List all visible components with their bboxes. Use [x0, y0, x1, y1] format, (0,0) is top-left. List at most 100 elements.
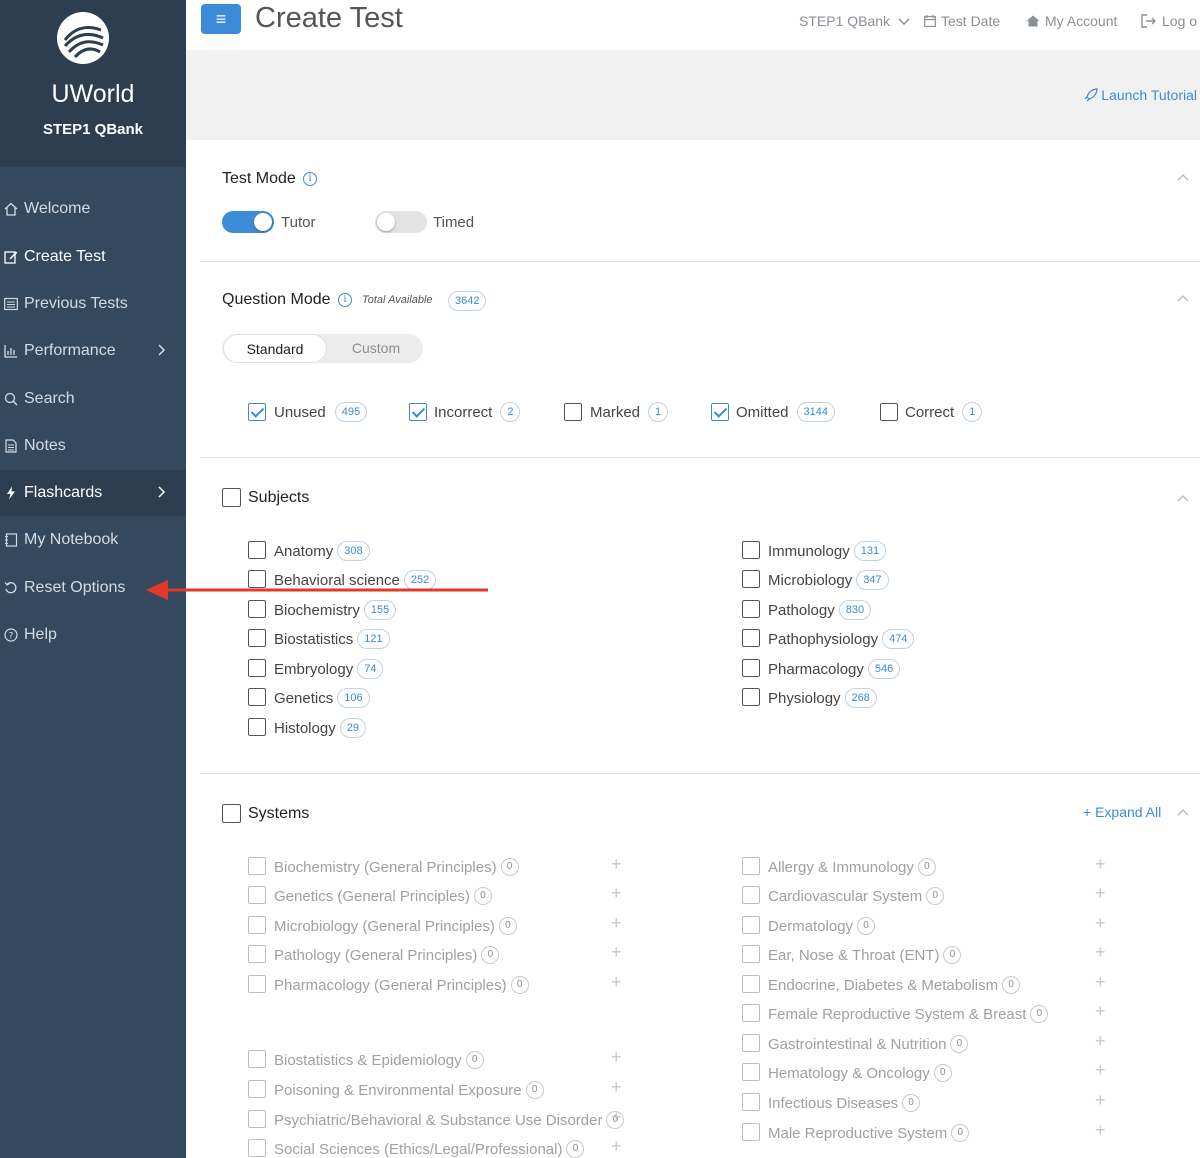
expand-plus-icon[interactable]: + — [1095, 1091, 1106, 1109]
expand-all-link[interactable]: + Expand All — [1083, 804, 1161, 820]
system-checkbox[interactable] — [742, 1123, 760, 1141]
subjects-select-all-checkbox[interactable] — [222, 488, 241, 507]
subject-checkbox[interactable] — [742, 570, 760, 588]
system-checkbox[interactable] — [742, 886, 760, 904]
system-checkbox[interactable] — [248, 1080, 266, 1098]
subject-checkbox[interactable] — [248, 688, 266, 706]
system-checkbox[interactable] — [742, 975, 760, 993]
expand-plus-icon[interactable]: + — [611, 884, 622, 902]
custom-mode-button[interactable]: Custom — [330, 334, 422, 363]
systems-select-all-checkbox[interactable] — [222, 804, 241, 823]
info-icon[interactable]: i — [338, 293, 352, 307]
question-mode-title: Question Mode — [222, 291, 331, 308]
sidebar-item-my-notebook[interactable]: My Notebook — [0, 517, 186, 563]
system-item: Female Reproductive System & Breast 0 — [768, 1004, 1049, 1024]
my-account-link[interactable]: My Account — [1026, 13, 1117, 29]
expand-plus-icon[interactable]: + — [1095, 884, 1106, 902]
standard-mode-button[interactable]: Standard — [223, 334, 327, 363]
annotation-arrow — [146, 580, 488, 600]
expand-plus-icon[interactable]: + — [1095, 1121, 1106, 1139]
system-checkbox[interactable] — [248, 886, 266, 904]
expand-plus-icon[interactable]: + — [611, 973, 622, 991]
subject-checkbox[interactable] — [742, 659, 760, 677]
expand-plus-icon[interactable]: + — [1095, 855, 1106, 873]
help-icon: ? — [4, 628, 18, 642]
subject-checkbox[interactable] — [742, 541, 760, 559]
subject-checkbox[interactable] — [742, 629, 760, 647]
count-badge: 0 — [481, 946, 500, 964]
system-checkbox[interactable] — [742, 1034, 760, 1052]
count-badge: 0 — [500, 858, 519, 876]
system-checkbox[interactable] — [742, 945, 760, 963]
system-checkbox[interactable] — [742, 1063, 760, 1081]
reset-icon — [4, 582, 17, 594]
test-date-link[interactable]: Test Date — [924, 13, 1000, 29]
system-checkbox[interactable] — [248, 975, 266, 993]
system-checkbox[interactable] — [742, 1004, 760, 1022]
marked-checkbox[interactable] — [564, 403, 582, 421]
expand-plus-icon[interactable]: + — [611, 914, 622, 932]
expand-plus-icon[interactable]: + — [1095, 914, 1106, 932]
expand-plus-icon[interactable]: + — [611, 1108, 622, 1126]
expand-plus-icon[interactable]: + — [611, 1078, 622, 1096]
system-checkbox[interactable] — [248, 916, 266, 934]
expand-plus-icon[interactable]: + — [611, 855, 622, 873]
count-badge: 3144 — [796, 402, 835, 422]
subject-checkbox[interactable] — [248, 629, 266, 647]
info-icon[interactable]: i — [303, 172, 317, 186]
subject-checkbox[interactable] — [742, 600, 760, 618]
system-checkbox[interactable] — [248, 1139, 266, 1157]
brand-product: STEP1 QBank — [42, 121, 144, 138]
expand-plus-icon[interactable]: + — [1095, 1061, 1106, 1079]
expand-plus-icon[interactable]: + — [1095, 943, 1106, 961]
expand-plus-icon[interactable]: + — [611, 1048, 622, 1066]
total-available-badge: 3642 — [444, 291, 487, 311]
system-checkbox[interactable] — [742, 857, 760, 875]
unused-checkbox[interactable] — [248, 403, 266, 421]
qbank-dropdown[interactable]: STEP1 QBank — [799, 13, 910, 29]
count-badge: 1 — [962, 402, 983, 422]
expand-plus-icon[interactable]: + — [611, 943, 622, 961]
collapse-caret-icon[interactable] — [1177, 493, 1189, 505]
system-checkbox[interactable] — [248, 1050, 266, 1068]
launch-tutorial-link[interactable]: Launch Tutorial — [1084, 87, 1197, 103]
subject-checkbox[interactable] — [248, 718, 266, 736]
subject-checkbox[interactable] — [248, 541, 266, 559]
subject-checkbox[interactable] — [248, 659, 266, 677]
sidebar-item-performance[interactable]: Performance — [0, 328, 186, 374]
expand-plus-icon[interactable]: + — [1095, 1002, 1106, 1020]
expand-plus-icon[interactable]: + — [611, 1137, 622, 1155]
uworld-logo-icon — [57, 12, 109, 64]
system-label: Genetics (General Principles) — [274, 887, 470, 905]
marked-filter: Marked 1 — [590, 402, 669, 422]
sidebar-item-help[interactable]: ? Help — [0, 612, 186, 658]
subject-item: Immunology 131 — [768, 541, 887, 561]
system-checkbox[interactable] — [742, 916, 760, 934]
sidebar-item-flashcards[interactable]: Flashcards — [0, 470, 186, 516]
omitted-checkbox[interactable] — [711, 403, 729, 421]
logout-link[interactable]: Log o — [1141, 13, 1197, 29]
menu-toggle-button[interactable]: ≡ — [201, 4, 241, 34]
system-checkbox[interactable] — [248, 857, 266, 875]
sidebar-item-create-test[interactable]: Create Test — [0, 234, 186, 280]
brand-name: UWorld — [51, 80, 135, 108]
collapse-caret-icon[interactable] — [1177, 807, 1189, 819]
expand-plus-icon[interactable]: + — [1095, 973, 1106, 991]
sidebar-item-label: My Notebook — [24, 531, 119, 548]
subject-checkbox[interactable] — [742, 688, 760, 706]
incorrect-checkbox[interactable] — [409, 403, 427, 421]
sidebar-item-search[interactable]: Search — [0, 376, 186, 422]
system-checkbox[interactable] — [248, 945, 266, 963]
sidebar-item-previous-tests[interactable]: Previous Tests — [0, 281, 186, 327]
system-item: Genetics (General Principles) 0 — [274, 886, 492, 906]
sidebar-item-notes[interactable]: Notes — [0, 423, 186, 469]
system-checkbox[interactable] — [248, 1110, 266, 1128]
expand-plus-icon[interactable]: + — [1095, 1032, 1106, 1050]
sidebar-item-welcome[interactable]: Welcome — [0, 186, 186, 232]
collapse-caret-icon[interactable] — [1177, 172, 1189, 184]
correct-checkbox[interactable] — [880, 403, 898, 421]
collapse-caret-icon[interactable] — [1177, 293, 1189, 305]
timed-toggle[interactable] — [375, 211, 427, 233]
tutor-toggle[interactable] — [222, 211, 274, 233]
system-checkbox[interactable] — [742, 1093, 760, 1111]
